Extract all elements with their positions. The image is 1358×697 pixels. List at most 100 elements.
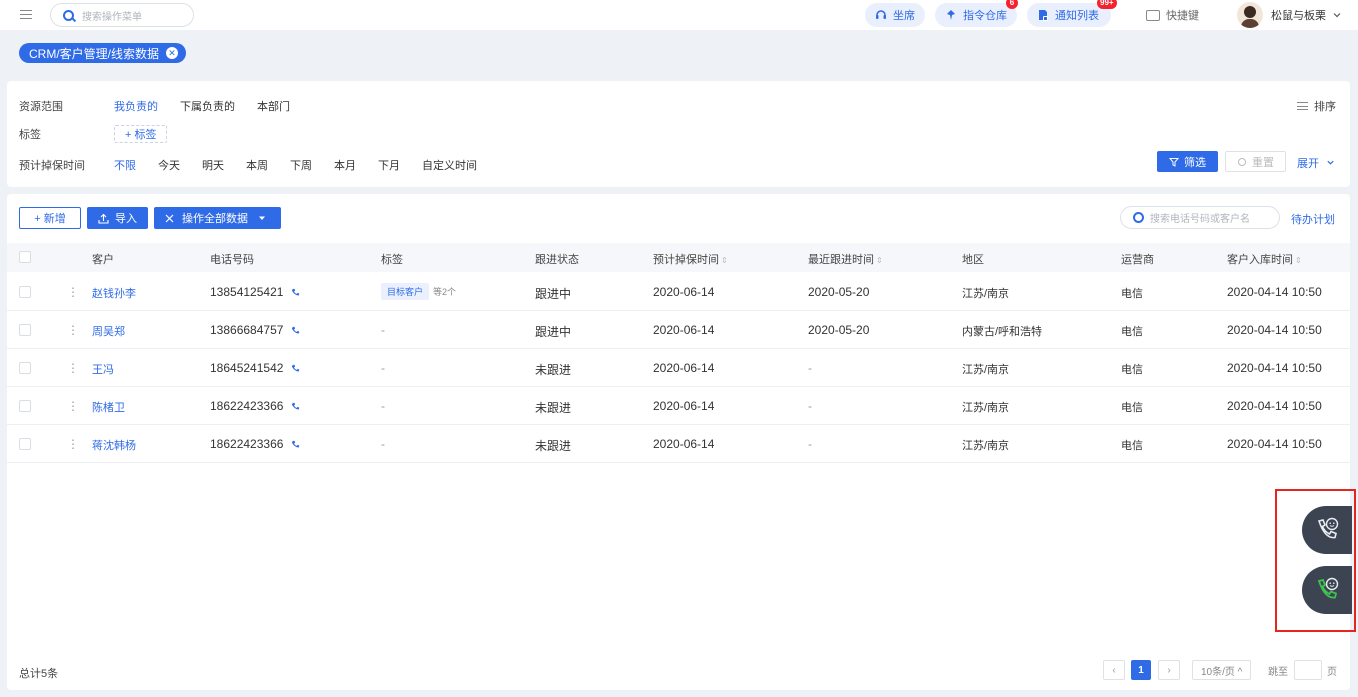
table-row[interactable]: ⋮ 周吴郑 13866684757 - 跟进中 2020-06-14 2020-… — [7, 311, 1350, 349]
customer-link[interactable]: 陈楮卫 — [92, 399, 125, 415]
row-checkbox[interactable] — [19, 438, 31, 450]
row-more-icon[interactable]: ⋮ — [67, 285, 79, 299]
table-row[interactable]: ⋮ 陈楮卫 18622423366 - 未跟进 2020-06-14 - 江苏/… — [7, 387, 1350, 425]
header-expected-time[interactable]: 预计掉保时间 ⇕ — [653, 251, 728, 267]
seat-button[interactable]: 坐席 — [865, 3, 925, 27]
time-filter-row: 预计掉保时间 不限 今天 明天 本周 下周 本月 下月 自定义时间 — [19, 157, 499, 173]
last-follow-time: - — [808, 361, 812, 375]
expected-time: 2020-06-14 — [653, 323, 715, 337]
todo-plan-link[interactable]: 待办计划 — [1291, 211, 1335, 227]
shortcut-button[interactable]: 快捷键 — [1146, 7, 1199, 23]
phone-icon[interactable] — [291, 402, 300, 411]
tag-more[interactable]: 等2个 — [433, 287, 456, 297]
table-row[interactable]: ⋮ 王冯 18645241542 - 未跟进 2020-06-14 - 江苏/南… — [7, 349, 1350, 387]
region: 内蒙古/呼和浩特 — [962, 326, 1043, 338]
call-widget-button-green[interactable] — [1302, 566, 1352, 614]
phone-icon[interactable] — [291, 288, 300, 297]
time-option-this-week[interactable]: 本周 — [246, 157, 268, 173]
time-option-today[interactable]: 今天 — [158, 157, 180, 173]
sort-arrows-icon: ⇕ — [721, 256, 728, 265]
smiling-phone-icon — [1317, 517, 1339, 539]
follow-status: 跟进中 — [535, 287, 572, 301]
bulk-operations-button[interactable]: 操作全部数据 — [154, 207, 281, 229]
sort-label: 排序 — [1314, 101, 1336, 113]
reset-button[interactable]: 重置 — [1225, 151, 1286, 172]
filter-button[interactable]: 筛选 — [1157, 151, 1218, 172]
time-option-next-month[interactable]: 下月 — [378, 157, 400, 173]
row-more-icon[interactable]: ⋮ — [67, 361, 79, 375]
phone-number: 18645241542 — [210, 361, 284, 375]
menu-toggle-icon[interactable] — [20, 10, 34, 20]
add-button[interactable]: + 新增 — [19, 207, 81, 229]
call-widget-button-gray[interactable] — [1302, 506, 1352, 554]
phone-icon[interactable] — [291, 326, 300, 335]
import-label: 导入 — [115, 213, 137, 225]
header-last-follow-time[interactable]: 最近跟进时间 ⇕ — [808, 251, 883, 267]
scope-filter-row: 资源范围 我负责的 下属负责的 本部门 — [19, 98, 312, 114]
scope-option-subordinates[interactable]: 下属负责的 — [180, 98, 235, 114]
row-more-icon[interactable]: ⋮ — [67, 437, 79, 451]
user-menu[interactable]: 松鼠与板栗 — [1237, 2, 1342, 28]
page-suffix: 页 — [1327, 666, 1337, 678]
import-button[interactable]: 导入 — [87, 207, 148, 229]
customer-link[interactable]: 赵钱孙李 — [92, 285, 136, 301]
scope-option-mine[interactable]: 我负责的 — [114, 98, 158, 114]
search-icon — [1133, 212, 1144, 223]
header-created-time-label: 客户入库时间 — [1227, 254, 1293, 266]
menu-search-placeholder: 搜索操作菜单 — [82, 11, 142, 23]
created-time: 2020-04-14 10:50 — [1227, 437, 1322, 451]
row-checkbox[interactable] — [19, 324, 31, 336]
phone-icon[interactable] — [291, 440, 300, 449]
time-option-any[interactable]: 不限 — [114, 157, 136, 173]
time-option-next-week[interactable]: 下周 — [290, 157, 312, 173]
add-tag-button[interactable]: + 标签 — [114, 125, 168, 143]
follow-status: 未跟进 — [535, 439, 572, 453]
customer-link[interactable]: 王冯 — [92, 361, 114, 377]
header-region: 地区 — [962, 254, 984, 266]
expected-time: 2020-06-14 — [653, 361, 715, 375]
table-row[interactable]: ⋮ 蒋沈韩杨 18622423366 - 未跟进 2020-06-14 - 江苏… — [7, 425, 1350, 463]
row-more-icon[interactable]: ⋮ — [67, 323, 79, 337]
row-checkbox[interactable] — [19, 286, 31, 298]
table-header: 客户 电话号码 标签 跟进状态 预计掉保时间 ⇕ 最近跟进时间 ⇕ 地区 运营商 客… — [7, 243, 1350, 272]
header-created-time[interactable]: 客户入库时间 ⇕ — [1227, 251, 1302, 267]
table-search-placeholder: 搜索电话号码或客户名 — [1150, 214, 1250, 225]
filter-panel: 资源范围 我负责的 下属负责的 本部门 标签 + 标签 预计掉保时间 不限 今天… — [7, 81, 1350, 187]
command-warehouse-button[interactable]: 指令仓库 6 — [935, 0, 1018, 27]
menu-search-input[interactable]: 搜索操作菜单 — [50, 3, 194, 27]
command-badge: 6 — [1006, 0, 1018, 9]
shortcut-label: 快捷键 — [1166, 10, 1199, 22]
jump-page-input[interactable] — [1294, 660, 1322, 680]
next-page-button[interactable]: › — [1158, 660, 1180, 680]
time-option-tomorrow[interactable]: 明天 — [202, 157, 224, 173]
scope-option-department[interactable]: 本部门 — [257, 98, 290, 114]
close-icon[interactable]: ✕ — [166, 47, 178, 59]
row-checkbox[interactable] — [19, 400, 31, 412]
customer-link[interactable]: 蒋沈韩杨 — [92, 437, 136, 453]
sort-button[interactable]: 排序 — [1297, 98, 1336, 114]
headset-icon — [876, 10, 886, 19]
row-more-icon[interactable]: ⋮ — [67, 399, 79, 413]
customer-link[interactable]: 周吴郑 — [92, 323, 125, 339]
carrier: 电信 — [1121, 288, 1143, 300]
bulk-operations-label: 操作全部数据 — [182, 213, 248, 225]
table-search-input[interactable]: 搜索电话号码或客户名 — [1120, 206, 1280, 229]
phone-number: 13866684757 — [210, 323, 284, 337]
table-row[interactable]: ⋮ 赵钱孙李 13854125421 目标客户 等2个 跟进中 2020-06-1… — [7, 273, 1350, 311]
document-icon — [1039, 10, 1048, 21]
page-1-button[interactable]: 1 — [1131, 660, 1151, 680]
notification-list-button[interactable]: 通知列表 99+ — [1027, 0, 1117, 27]
tag-empty: - — [381, 361, 385, 375]
page-size-select[interactable]: 10条/页 ^ — [1192, 660, 1252, 680]
phone-icon[interactable] — [291, 364, 300, 373]
select-all-checkbox[interactable] — [19, 251, 31, 263]
time-option-this-month[interactable]: 本月 — [334, 157, 356, 173]
prev-page-button[interactable]: ‹ — [1103, 660, 1125, 680]
created-time: 2020-04-14 10:50 — [1227, 285, 1322, 299]
breadcrumb-tab[interactable]: CRM/客户管理/线索数据 ✕ — [19, 43, 186, 63]
time-option-custom[interactable]: 自定义时间 — [422, 157, 477, 173]
expand-button[interactable]: 展开 — [1297, 155, 1335, 171]
phone-number: 18622423366 — [210, 437, 284, 451]
tag-empty: - — [381, 399, 385, 413]
row-checkbox[interactable] — [19, 362, 31, 374]
